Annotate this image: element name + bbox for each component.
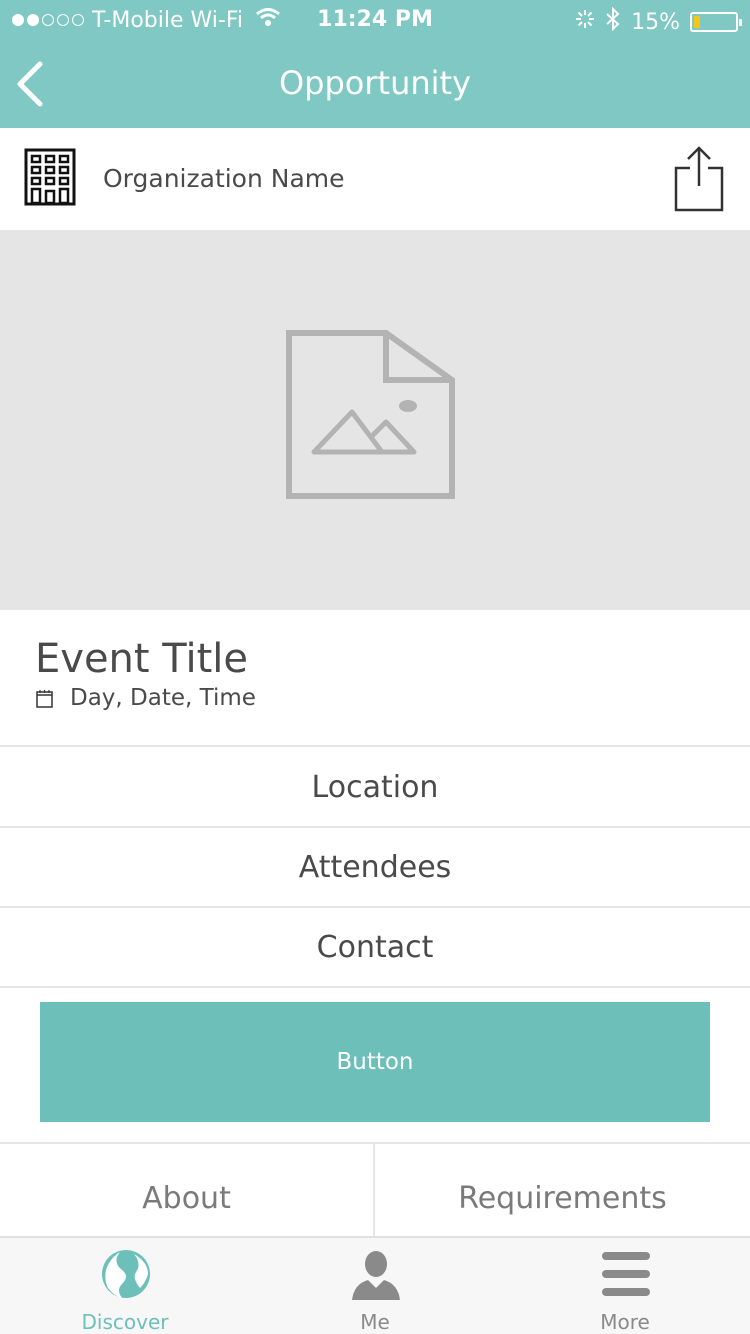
location-row[interactable]: Location [0, 748, 750, 828]
bottom-tab-bar: Discover Me More [0, 1236, 750, 1334]
activity-icon [575, 9, 595, 35]
globe-icon [102, 1250, 150, 1298]
nav-bar: Opportunity [0, 40, 750, 128]
tab-requirements[interactable]: Requirements [375, 1144, 750, 1236]
organization-name: Organization Name [103, 164, 345, 193]
attendees-row[interactable]: Attendees [0, 828, 750, 908]
image-placeholder-icon [286, 330, 455, 499]
bluetooth-icon [605, 6, 621, 37]
building-icon [24, 148, 76, 206]
tab-discover-label: Discover [81, 1310, 169, 1334]
event-datetime: Day, Date, Time [70, 685, 256, 711]
event-title: Event Title [35, 636, 249, 682]
organization-row[interactable]: Organization Name [0, 128, 750, 230]
share-icon[interactable] [674, 146, 724, 212]
status-bar: T-Mobile Wi-Fi 11:24 PM 15% [0, 0, 750, 40]
tab-me-label: Me [360, 1310, 390, 1334]
event-image-placeholder [0, 230, 750, 610]
calendar-icon [36, 690, 53, 708]
battery-icon [690, 12, 742, 32]
battery-percent: 15% [631, 9, 680, 35]
tab-about[interactable]: About [0, 1144, 375, 1236]
tab-me[interactable]: Me [250, 1238, 500, 1334]
tab-more[interactable]: More [500, 1238, 750, 1334]
page-title: Opportunity [278, 64, 472, 102]
status-right: 15% [575, 6, 742, 37]
section-tabs: About Requirements [0, 1144, 750, 1236]
battery-fill [694, 16, 700, 28]
menu-icon [602, 1252, 650, 1296]
contact-row[interactable]: Contact [0, 908, 750, 988]
tab-discover[interactable]: Discover [0, 1238, 250, 1334]
tab-more-label: More [600, 1310, 650, 1334]
person-icon [352, 1251, 400, 1300]
event-header: Event Title Day, Date, Time [0, 610, 750, 747]
primary-button[interactable]: Button [40, 1002, 710, 1122]
